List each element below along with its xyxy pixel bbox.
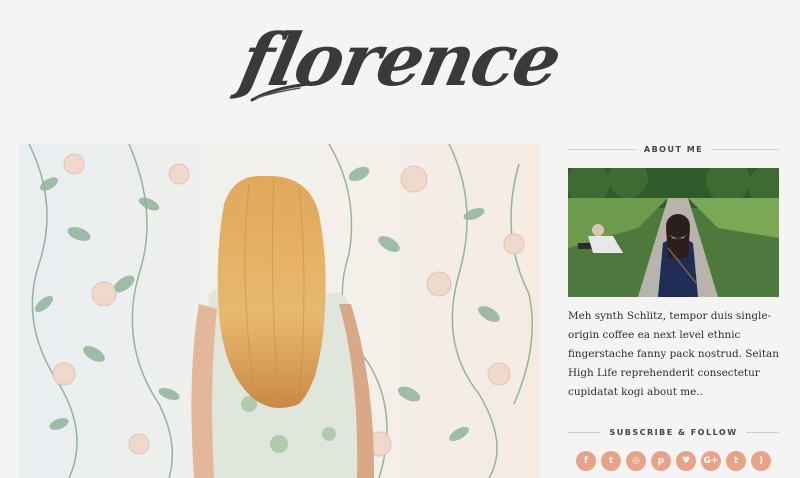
subscribe-widget-title: SUBSCRIBE & FOLLOW <box>568 423 779 441</box>
featured-post-image[interactable] <box>19 144 540 478</box>
google-plus-icon[interactable]: G+ <box>701 451 721 471</box>
tumblr-icon[interactable]: t <box>726 451 746 471</box>
bloglovin-icon[interactable]: ♥ <box>676 451 696 471</box>
pinterest-icon[interactable]: p <box>651 451 671 471</box>
about-me-text: Meh synth Schlitz, tempor duis single-or… <box>568 310 779 398</box>
social-icons: f t ◎ p ♥ G+ t ) <box>568 451 779 471</box>
twitter-icon[interactable]: t <box>601 451 621 471</box>
rss-icon[interactable]: ) <box>751 451 771 471</box>
instagram-icon[interactable]: ◎ <box>626 451 646 471</box>
facebook-icon[interactable]: f <box>576 451 596 471</box>
sidebar: ABOUT ME Meh synth Schlitz, tempor duis … <box>568 140 779 471</box>
park-photo <box>568 168 779 297</box>
logo-brush-stroke <box>250 80 320 102</box>
post-photo-floral-wall <box>19 144 540 478</box>
about-me-photo[interactable] <box>568 168 779 297</box>
about-widget-title: ABOUT ME <box>568 140 779 158</box>
site-header: florence <box>0 10 800 110</box>
